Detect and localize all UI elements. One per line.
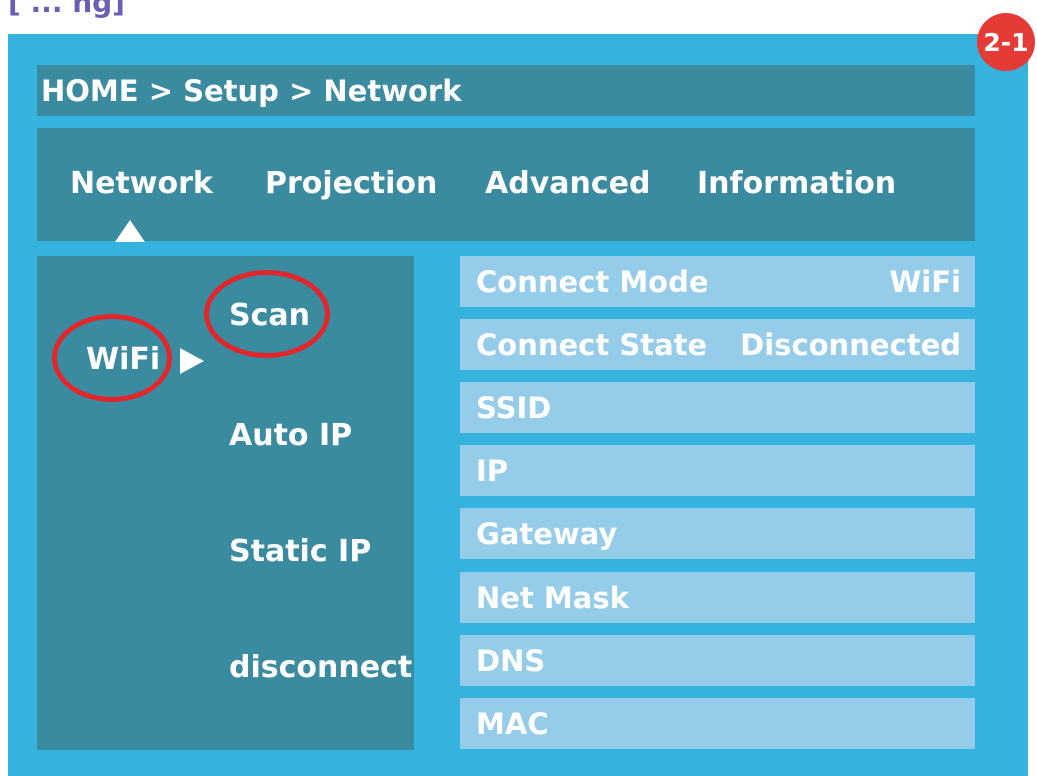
menu-item-wifi[interactable]: WiFi bbox=[86, 342, 160, 377]
menu-item-auto-ip[interactable]: Auto IP bbox=[229, 418, 352, 453]
info-label: SSID bbox=[476, 390, 552, 425]
step-badge: 2-1 bbox=[977, 13, 1035, 71]
menu-item-disconnect[interactable]: disconnect bbox=[229, 650, 412, 685]
header-label: [ ... ng] bbox=[8, 0, 125, 19]
tab-projection[interactable]: Projection bbox=[265, 166, 437, 201]
info-value: Disconnected bbox=[740, 327, 961, 362]
tab-advanced[interactable]: Advanced bbox=[485, 166, 650, 201]
info-label: MAC bbox=[476, 706, 549, 741]
tab-network[interactable]: Network bbox=[70, 166, 213, 201]
info-label: Gateway bbox=[476, 516, 618, 551]
info-row-dns: DNS bbox=[460, 635, 975, 686]
menu-item-scan[interactable]: Scan bbox=[229, 298, 310, 333]
info-value: WiFi bbox=[889, 264, 961, 299]
info-row-ip: IP bbox=[460, 445, 975, 496]
tab-information[interactable]: Information bbox=[697, 166, 896, 201]
info-row-mac: MAC bbox=[460, 698, 975, 749]
info-row-net-mask: Net Mask bbox=[460, 572, 975, 623]
info-row-connect-state: Connect State Disconnected bbox=[460, 319, 975, 370]
info-row-ssid: SSID bbox=[460, 382, 975, 433]
network-menu-panel: WiFi Scan Auto IP Static IP disconnect bbox=[37, 256, 414, 750]
selected-tab-indicator bbox=[115, 220, 145, 242]
info-label: IP bbox=[476, 453, 509, 488]
info-label: DNS bbox=[476, 643, 546, 678]
info-label: Net Mask bbox=[476, 580, 629, 615]
arrow-right-icon bbox=[180, 348, 204, 374]
tab-bar: Network Projection Advanced Information bbox=[37, 128, 975, 242]
info-label: Connect Mode bbox=[476, 264, 709, 299]
info-row-connect-mode: Connect Mode WiFi bbox=[460, 256, 975, 307]
info-row-gateway: Gateway bbox=[460, 508, 975, 559]
info-label: Connect State bbox=[476, 327, 708, 362]
breadcrumb: HOME > Setup > Network bbox=[37, 65, 975, 116]
menu-item-static-ip[interactable]: Static IP bbox=[229, 534, 371, 569]
